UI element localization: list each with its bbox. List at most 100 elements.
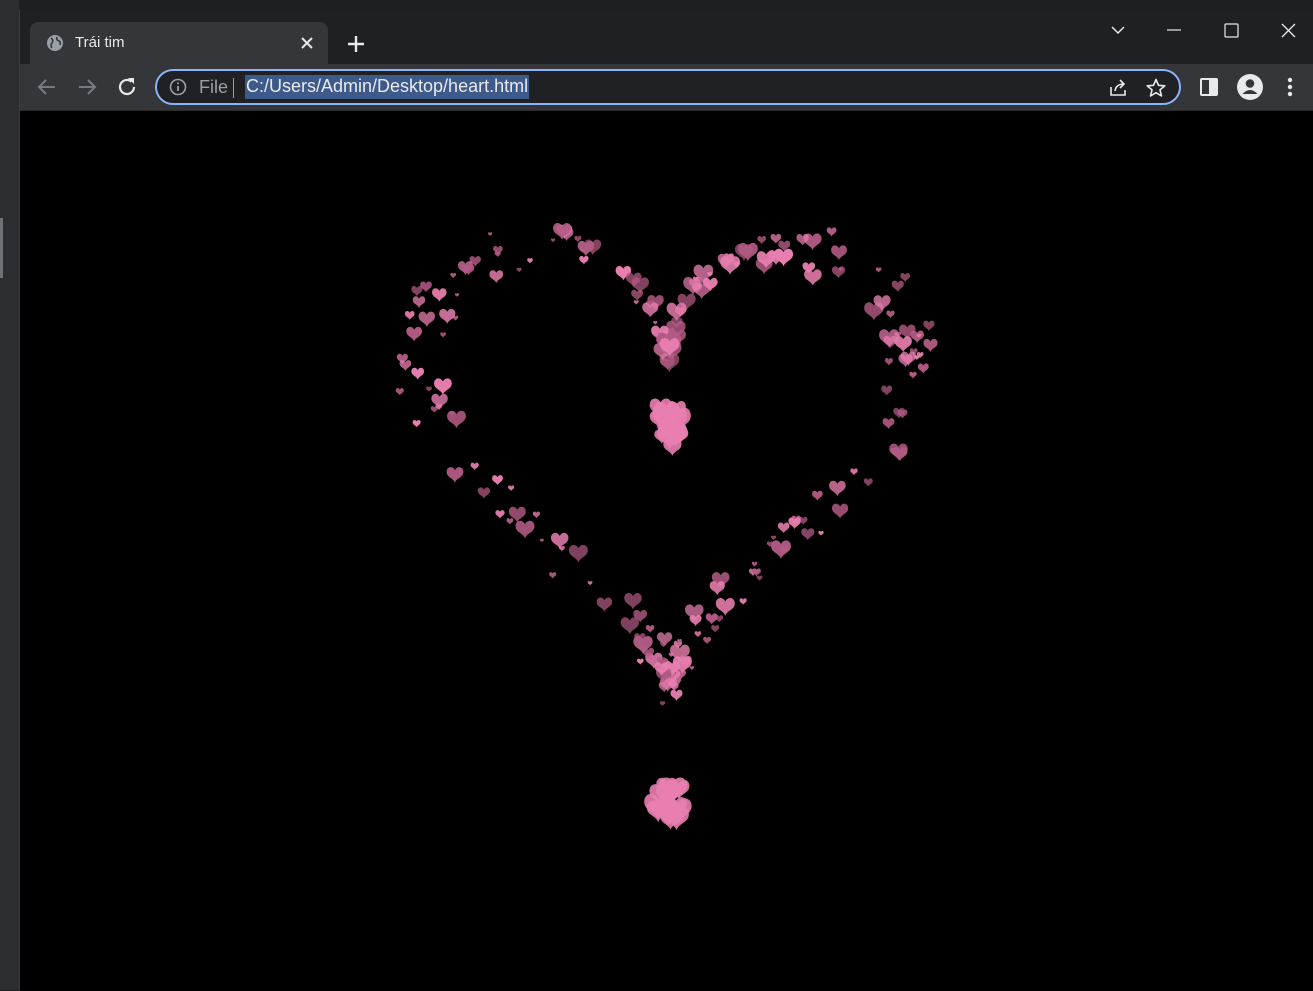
- info-icon[interactable]: [169, 78, 187, 96]
- heart-particle: [689, 666, 695, 671]
- heart-particle: [889, 443, 908, 461]
- heart-particle: [705, 613, 718, 625]
- heart-particle: [756, 575, 763, 581]
- profile-button[interactable]: [1235, 72, 1265, 102]
- heart-particle: [653, 320, 658, 325]
- close-tab-icon[interactable]: [296, 32, 318, 54]
- page-content: [20, 110, 1313, 991]
- title-bar: Trái tim: [20, 10, 1313, 64]
- heart-particle: [516, 267, 522, 273]
- heart-particle: [406, 326, 423, 342]
- heart-particle: [757, 236, 767, 245]
- heart-particle: [489, 270, 504, 284]
- more-vertical-icon: [1287, 77, 1293, 97]
- heart-particle: [923, 320, 935, 332]
- heart-particle: [411, 285, 423, 297]
- heart-particle: [831, 266, 846, 279]
- heart-particle: [447, 410, 466, 429]
- toolbar: File C:/Users/Admin/Desktop/heart.html: [20, 64, 1313, 110]
- heart-particle: [703, 636, 712, 645]
- tab-title: Trái tim: [75, 34, 125, 51]
- heart-particle: [751, 561, 758, 567]
- chevron-down-icon: [1111, 26, 1125, 35]
- heart-particle: [801, 528, 815, 541]
- heart-particle: [771, 535, 777, 541]
- heart-particle: [596, 597, 613, 612]
- heart-particle: [850, 468, 858, 476]
- heart-particle: [923, 338, 938, 353]
- heart-particle: [818, 530, 824, 536]
- tab-trai-tim[interactable]: Trái tim: [30, 22, 328, 64]
- minimize-icon: [1167, 29, 1181, 31]
- heart-particle: [670, 689, 683, 701]
- back-button[interactable]: [34, 74, 60, 100]
- heart-particle: [412, 420, 421, 428]
- heart-particle: [506, 518, 514, 525]
- heart-particle: [624, 593, 642, 610]
- heart-particle: [891, 280, 904, 292]
- heart-particle: [470, 462, 479, 471]
- forward-button[interactable]: [74, 74, 100, 100]
- heart-particle: [404, 311, 415, 320]
- heart-particle: [909, 371, 917, 379]
- heart-particle: [804, 269, 822, 286]
- heart-particle: [711, 624, 720, 633]
- heart-particle: [439, 308, 456, 324]
- heart-particle: [395, 387, 404, 396]
- heart-particle: [886, 310, 895, 319]
- minimize-button[interactable]: [1154, 18, 1194, 44]
- background-app-marker: [0, 218, 3, 278]
- heart-particle: [418, 311, 435, 327]
- heart-particle: [863, 478, 873, 487]
- tab-search-button[interactable]: [1098, 18, 1138, 44]
- heart-particle: [777, 522, 790, 534]
- arrow-right-icon: [79, 79, 97, 95]
- heart-particle: [527, 258, 533, 264]
- heart-particle: [539, 538, 544, 543]
- reload-icon: [118, 78, 136, 96]
- heart-particle: [477, 487, 491, 499]
- reload-button[interactable]: [114, 74, 140, 100]
- heart-particle: [492, 475, 503, 486]
- heart-particle: [739, 598, 747, 605]
- menu-button[interactable]: [1278, 74, 1302, 100]
- heart-particle: [587, 581, 593, 586]
- heart-particle: [666, 302, 687, 322]
- share-icon[interactable]: [1107, 77, 1129, 99]
- heart-particle: [558, 545, 565, 552]
- heart-particle: [532, 511, 540, 519]
- url-text[interactable]: C:/Users/Admin/Desktop/heart.html: [245, 75, 530, 99]
- heart-particle: [631, 289, 644, 301]
- heart-particle: [812, 490, 823, 501]
- heart-particle: [454, 293, 460, 298]
- bookmark-star-icon[interactable]: [1145, 77, 1167, 99]
- heart-particle: [774, 248, 794, 267]
- heart-particle: [832, 503, 849, 519]
- heart-particle: [881, 385, 893, 396]
- maximize-button[interactable]: [1211, 18, 1251, 44]
- heart-particle: [495, 510, 505, 519]
- heart-particle: [446, 467, 464, 483]
- heart-particle: [450, 272, 457, 279]
- heart-particle: [831, 245, 847, 261]
- heart-particle: [884, 357, 893, 366]
- avatar-icon: [1237, 74, 1263, 100]
- address-bar[interactable]: File C:/Users/Admin/Desktop/heart.html: [155, 69, 1181, 105]
- heart-particle: [412, 296, 426, 308]
- heart-particle: [694, 631, 702, 638]
- heart-particle: [399, 360, 412, 372]
- heart-particle: [620, 617, 639, 635]
- close-icon: [1281, 23, 1296, 38]
- side-panel-icon: [1200, 78, 1218, 96]
- heart-particle: [550, 238, 556, 243]
- globe-icon: [46, 34, 64, 52]
- heart-particle: [875, 267, 882, 273]
- heart-particle: [645, 625, 655, 633]
- heart-particle: [826, 227, 837, 237]
- side-panel-button[interactable]: [1196, 74, 1222, 100]
- heart-particle: [508, 485, 515, 492]
- heart-particle: [493, 246, 503, 255]
- close-window-button[interactable]: [1268, 18, 1308, 44]
- new-tab-button[interactable]: [342, 30, 370, 58]
- heart-particle: [488, 232, 493, 237]
